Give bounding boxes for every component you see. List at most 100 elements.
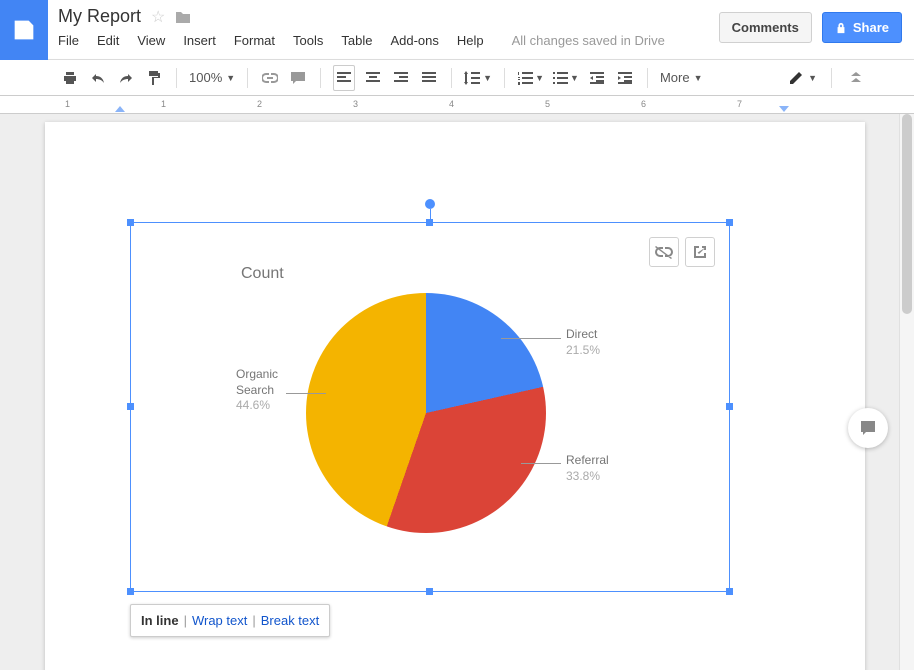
indent-increase-button[interactable] xyxy=(615,65,635,91)
ruler-mark: 1 xyxy=(65,99,70,109)
menu-tools[interactable]: Tools xyxy=(293,33,323,48)
align-center-button[interactable] xyxy=(363,65,383,91)
folder-icon[interactable] xyxy=(175,10,191,24)
indent-right-marker[interactable] xyxy=(779,106,789,112)
ruler-mark: 2 xyxy=(257,99,262,109)
slice-name: Referral xyxy=(566,453,609,469)
wrap-inline-button[interactable]: In line xyxy=(141,613,179,628)
ruler-mark: 4 xyxy=(449,99,454,109)
redo-icon xyxy=(118,71,134,85)
rotation-handle[interactable] xyxy=(425,199,435,209)
comment-button[interactable] xyxy=(288,65,308,91)
save-status: All changes saved in Drive xyxy=(512,33,665,48)
chevron-down-icon: ▼ xyxy=(483,73,492,83)
zoom-value: 100% xyxy=(189,70,222,85)
numbered-list-button[interactable]: ▼ xyxy=(517,65,544,91)
redo-button[interactable] xyxy=(116,65,136,91)
share-label: Share xyxy=(853,20,889,35)
slice-label-referral: Referral 33.8% xyxy=(566,453,609,484)
menu-format[interactable]: Format xyxy=(234,33,275,48)
more-button[interactable]: More ▼ xyxy=(660,70,703,85)
collapse-toolbar-button[interactable] xyxy=(846,65,866,91)
menu-bar: File Edit View Insert Format Tools Table… xyxy=(58,33,697,48)
comments-button[interactable]: Comments xyxy=(719,12,812,43)
slice-pct: 33.8% xyxy=(566,469,609,485)
ruler-mark: 3 xyxy=(353,99,358,109)
title-area: My Report ☆ File Edit View Insert Format… xyxy=(48,0,707,54)
scrollbar-thumb[interactable] xyxy=(902,114,912,314)
line-spacing-button[interactable]: ▼ xyxy=(464,65,492,91)
header-actions: Comments Share xyxy=(707,0,914,55)
menu-file[interactable]: File xyxy=(58,33,79,48)
undo-button[interactable] xyxy=(88,65,108,91)
bulleted-list-button[interactable]: ▼ xyxy=(552,65,579,91)
rotation-line xyxy=(430,209,431,219)
ruler-mark: 5 xyxy=(545,99,550,109)
slice-pct: 44.6% xyxy=(236,398,278,414)
chart-title: Count xyxy=(241,265,284,283)
undo-icon xyxy=(90,71,106,85)
slice-label-organic: Organic Search 44.6% xyxy=(236,367,278,414)
docs-icon xyxy=(10,16,38,44)
indent-increase-icon xyxy=(618,72,632,84)
leader-line xyxy=(501,338,561,339)
indent-decrease-button[interactable] xyxy=(587,65,607,91)
break-text-button[interactable]: Break text xyxy=(261,613,320,628)
open-source-button[interactable] xyxy=(685,237,715,267)
share-button[interactable]: Share xyxy=(822,12,902,43)
slice-pct: 21.5% xyxy=(566,343,600,359)
menu-edit[interactable]: Edit xyxy=(97,33,119,48)
separator: | xyxy=(184,613,187,628)
leader-line xyxy=(286,393,326,394)
document-page[interactable]: Count Direct 21.5% xyxy=(45,122,865,670)
chevron-down-icon: ▼ xyxy=(808,73,817,83)
slice-name: Direct xyxy=(566,327,600,343)
ruler-mark: 7 xyxy=(737,99,742,109)
slice-name: Organic xyxy=(236,367,278,383)
app-header: My Report ☆ File Edit View Insert Format… xyxy=(0,0,914,60)
link-icon xyxy=(262,73,278,83)
print-icon xyxy=(62,70,78,86)
ruler-mark: 6 xyxy=(641,99,646,109)
menu-insert[interactable]: Insert xyxy=(183,33,216,48)
menu-table[interactable]: Table xyxy=(341,33,372,48)
chevron-up-double-icon xyxy=(850,72,862,84)
chart-body: Count Direct 21.5% xyxy=(131,223,729,591)
align-justify-button[interactable] xyxy=(419,65,439,91)
link-button[interactable] xyxy=(260,65,280,91)
horizontal-ruler[interactable]: 1 1 2 3 4 5 6 7 xyxy=(0,96,914,114)
vertical-scrollbar[interactable] xyxy=(899,114,914,670)
menu-view[interactable]: View xyxy=(137,33,165,48)
separator: | xyxy=(252,613,255,628)
explore-fab[interactable] xyxy=(848,408,888,448)
chart-selection[interactable]: Count Direct 21.5% xyxy=(130,222,730,592)
align-justify-icon xyxy=(422,71,436,85)
editing-mode-button[interactable]: ▼ xyxy=(788,65,817,91)
unlink-chart-button[interactable] xyxy=(649,237,679,267)
line-spacing-icon xyxy=(464,71,480,85)
lock-icon xyxy=(835,22,847,34)
paint-format-button[interactable] xyxy=(144,65,164,91)
menu-help[interactable]: Help xyxy=(457,33,484,48)
ruler-mark: 1 xyxy=(161,99,166,109)
star-icon[interactable]: ☆ xyxy=(151,7,165,27)
wrap-text-button[interactable]: Wrap text xyxy=(192,613,247,628)
align-left-button[interactable] xyxy=(333,65,355,91)
workspace: Count Direct 21.5% xyxy=(0,114,914,670)
align-right-button[interactable] xyxy=(391,65,411,91)
zoom-dropdown[interactable]: 100% ▼ xyxy=(189,70,235,85)
bulleted-list-icon xyxy=(552,71,568,85)
indent-left-marker[interactable] xyxy=(115,106,125,112)
pencil-icon xyxy=(788,70,804,86)
print-button[interactable] xyxy=(60,65,80,91)
menu-addons[interactable]: Add-ons xyxy=(390,33,438,48)
numbered-list-icon xyxy=(517,71,533,85)
slice-label-direct: Direct 21.5% xyxy=(566,327,600,358)
document-title[interactable]: My Report xyxy=(58,6,141,27)
docs-logo[interactable] xyxy=(0,0,48,60)
comment-icon xyxy=(290,71,306,85)
image-wrap-toolbar: In line | Wrap text | Break text xyxy=(130,604,330,637)
chevron-down-icon: ▼ xyxy=(570,73,579,83)
align-left-icon xyxy=(337,71,351,85)
chevron-down-icon: ▼ xyxy=(535,73,544,83)
